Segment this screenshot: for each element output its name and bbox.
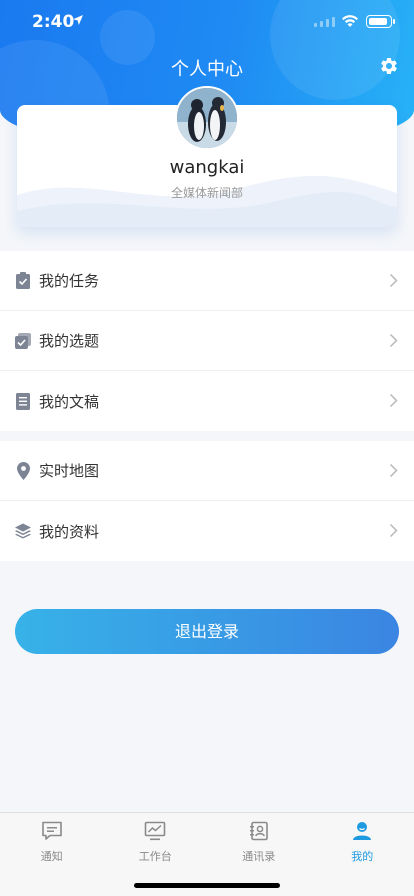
menu-label: 我的选题	[39, 332, 100, 350]
battery-icon	[366, 15, 395, 28]
monitor-chart-icon	[144, 821, 166, 841]
chevron-right-icon	[389, 333, 398, 348]
user-icon	[353, 822, 372, 840]
status-bar: 2:40	[0, 0, 414, 44]
menu-label: 我的文稿	[39, 392, 100, 411]
menu-group-work: 我的任务 我的选题 我的文稿	[0, 251, 414, 431]
home-indicator[interactable]	[134, 883, 280, 888]
menu-label: 我的任务	[39, 272, 100, 290]
tab-bar: 通知 工作台 通讯录 我的	[0, 812, 414, 896]
layers-icon	[15, 522, 31, 540]
menu-item-my-tasks[interactable]: 我的任务	[0, 251, 414, 311]
clipboard-check-icon	[15, 272, 31, 290]
wifi-icon	[342, 15, 358, 27]
chevron-right-icon	[389, 463, 398, 478]
status-time: 2:40	[32, 12, 75, 32]
checkbox-stack-icon	[15, 332, 31, 350]
document-icon	[15, 392, 31, 410]
chevron-right-icon	[389, 273, 398, 288]
tab-label: 通知	[40, 850, 63, 863]
tab-label: 工作台	[138, 850, 172, 863]
page-title: 个人中心	[171, 59, 243, 80]
cellular-signal-icon	[314, 17, 335, 27]
menu-item-my-drafts[interactable]: 我的文稿	[0, 371, 414, 431]
penguins-avatar	[177, 88, 237, 148]
gear-icon[interactable]	[379, 56, 399, 76]
chevron-right-icon	[389, 393, 398, 408]
user-avatar[interactable]	[175, 86, 239, 150]
menu-label: 实时地图	[39, 462, 100, 480]
user-name: wangkai	[169, 157, 245, 178]
location-arrow-icon	[73, 15, 83, 25]
tab-mine[interactable]: 我的	[311, 813, 414, 869]
tab-notifications[interactable]: 通知	[0, 813, 104, 869]
menu-item-my-profile[interactable]: 我的资料	[0, 501, 414, 561]
chevron-right-icon	[389, 523, 398, 538]
contacts-book-icon	[249, 821, 268, 841]
menu-group-info: 实时地图 我的资料	[0, 441, 414, 561]
tab-contacts[interactable]: 通讯录	[207, 813, 311, 869]
menu-item-live-map[interactable]: 实时地图	[0, 441, 414, 501]
chat-bubble-icon	[41, 821, 62, 840]
tab-workbench[interactable]: 工作台	[104, 813, 208, 869]
menu-item-my-topics[interactable]: 我的选题	[0, 311, 414, 371]
menu-label: 我的资料	[39, 522, 100, 541]
tab-label: 通讯录	[242, 850, 276, 863]
location-pin-icon	[15, 461, 31, 480]
tab-label: 我的	[351, 850, 374, 863]
logout-button[interactable]: 退出登录	[15, 609, 399, 654]
user-department: 全媒体新闻部	[170, 186, 243, 200]
